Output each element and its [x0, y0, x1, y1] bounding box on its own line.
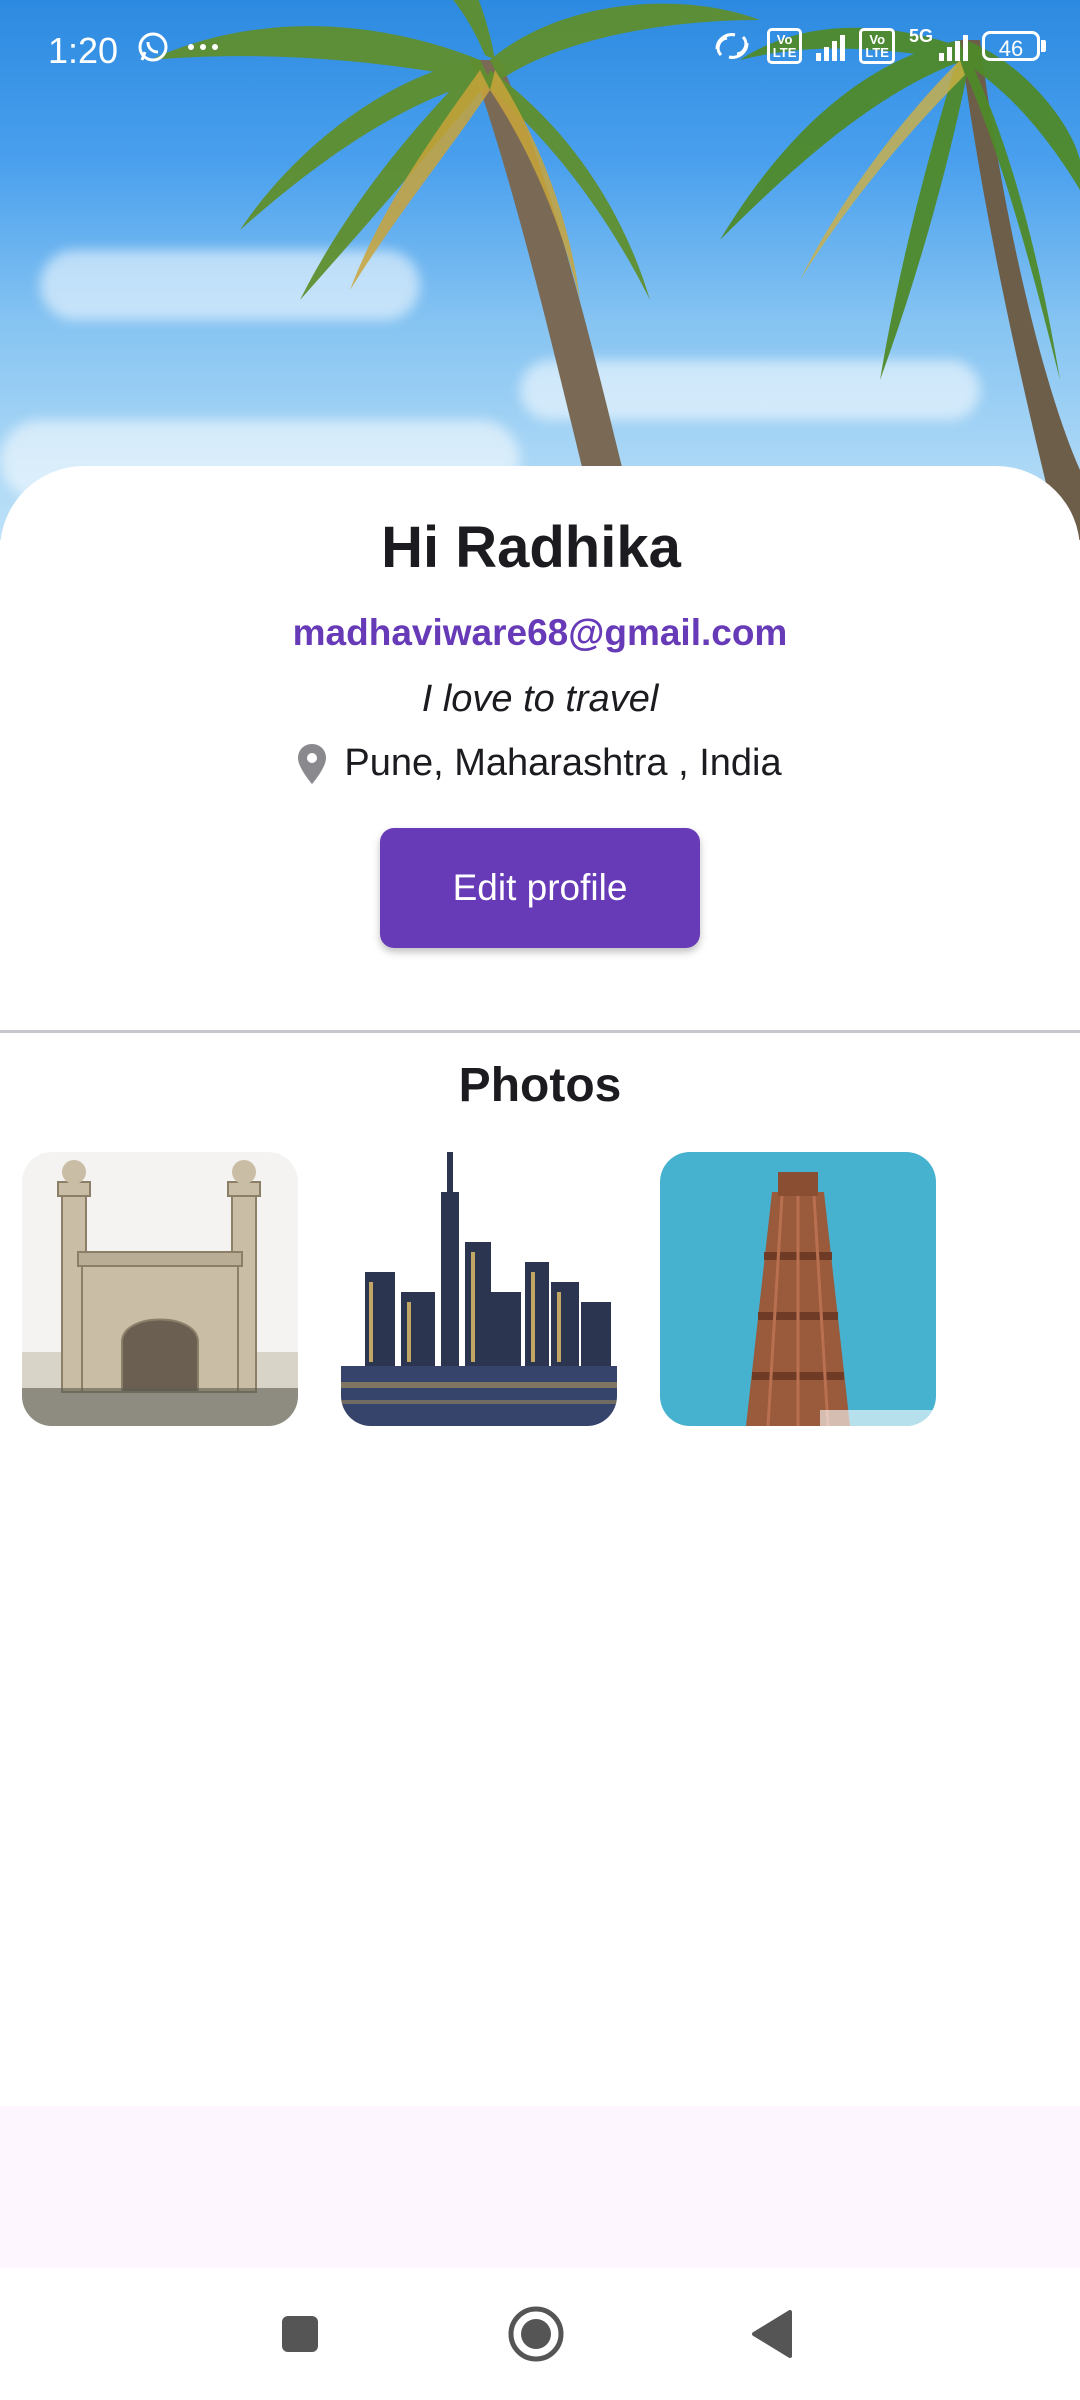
back-button[interactable] [736, 2298, 808, 2370]
volte-icon: Vo LTE [766, 28, 803, 64]
profile-bio: I love to travel [421, 678, 659, 720]
status-time: 1:20 [48, 30, 119, 71]
greeting-title: Hi Radhika [381, 515, 681, 580]
status-notification-icons [136, 30, 220, 64]
profile-location: Pune, Maharashtra , India [0, 742, 1080, 785]
photo-thumbnail-charminar[interactable] [22, 1152, 298, 1426]
square-icon [282, 2316, 318, 2352]
network-type: 5G [908, 25, 933, 46]
status-system-icons: Vo LTE Vo LTE 5G 46 [711, 25, 1046, 64]
edit-profile-button[interactable]: Edit profile [380, 828, 700, 948]
photo-thumbnail-skyline[interactable] [341, 1152, 617, 1426]
battery-level: 46 [982, 31, 1040, 61]
recents-button[interactable] [264, 2298, 336, 2370]
signal-strength-icon-2 [939, 31, 968, 61]
profile-email: madhaviware68@gmail.com [292, 612, 788, 653]
signal-strength-icon [816, 31, 846, 61]
location-text: Pune, Maharashtra , India [344, 742, 782, 784]
volte-icon-2: Vo LTE [859, 28, 895, 64]
status-bar: 1:20 Vo LTE Vo LTE 5G 46 [0, 0, 1080, 100]
hotspot-icon [715, 33, 749, 59]
home-button[interactable] [500, 2298, 572, 2370]
bottom-panel [0, 2106, 1080, 2268]
triangle-back-icon [752, 2310, 792, 2358]
photo-thumbnail-qutub-minar[interactable] [660, 1152, 936, 1426]
section-divider [0, 1030, 1080, 1033]
location-pin-icon [298, 743, 327, 784]
whatsapp-icon [138, 32, 168, 62]
circle-icon [508, 2306, 564, 2362]
photos-section-title: Photos [458, 1059, 622, 1112]
battery-icon: 46 [982, 31, 1046, 61]
more-notifications-icon [188, 44, 218, 50]
